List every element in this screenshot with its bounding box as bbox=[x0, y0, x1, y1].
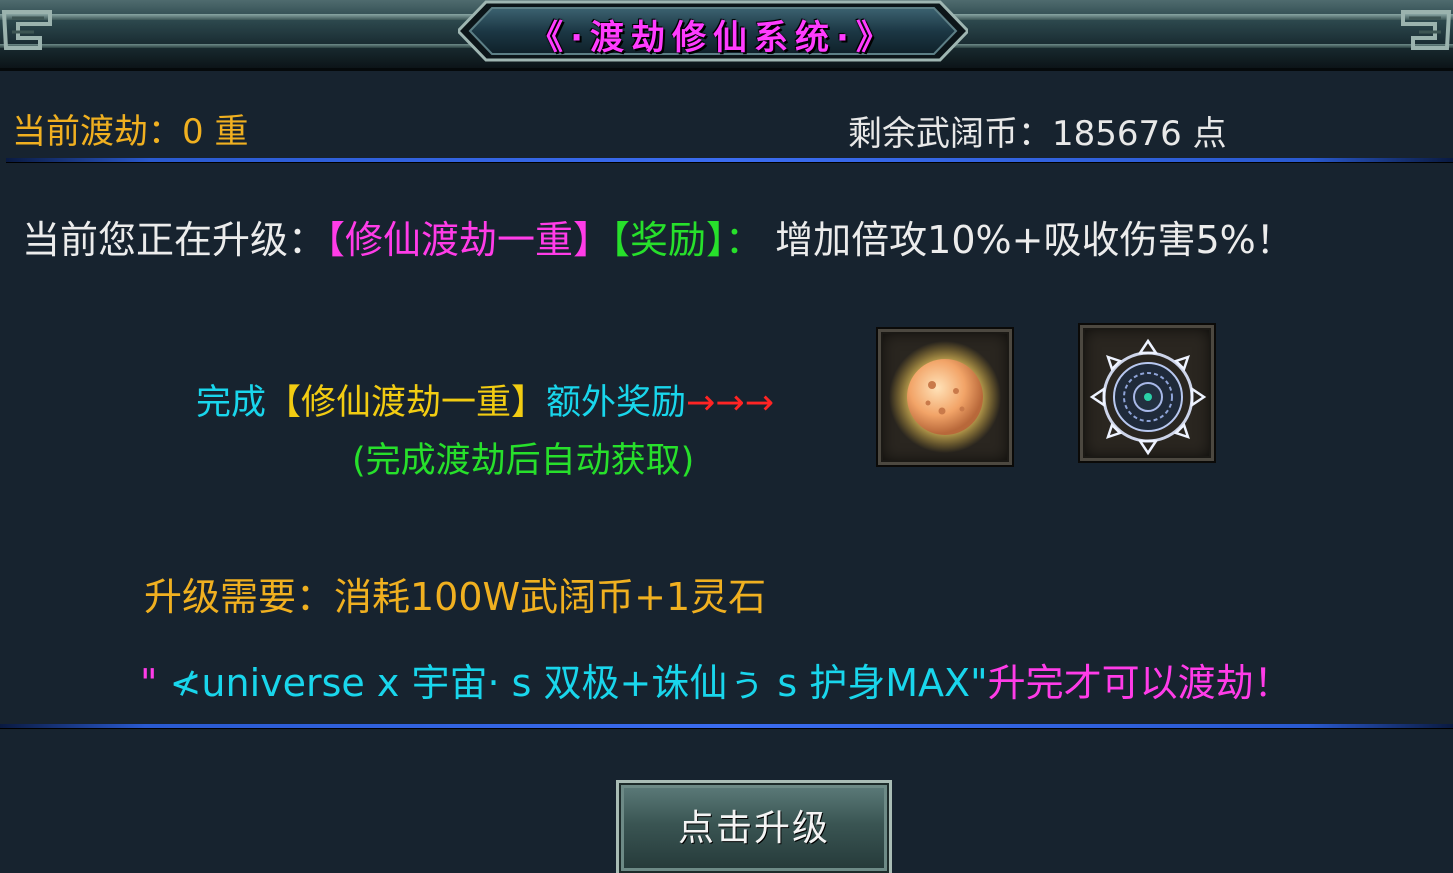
condition-suffix: 升完才可以渡劫！ bbox=[987, 661, 1292, 705]
upgrade-description: 当前您正在升级：【修仙渡劫一重】【奖励】： 增加倍攻10%+吸收伤害5%！ bbox=[22, 214, 1294, 266]
frost-sigil-icon bbox=[1089, 338, 1207, 456]
condition-quote-open: " bbox=[140, 661, 158, 705]
extra-reward-prefix: 完成 bbox=[196, 383, 267, 423]
extra-reward-line: 完成【修仙渡劫一重】额外奖励→→→ bbox=[196, 378, 836, 428]
current-level-label: 当前渡劫： bbox=[12, 112, 182, 152]
page-title: 《·渡劫修仙系统·》 bbox=[529, 18, 897, 58]
golden-orb-icon bbox=[889, 341, 1001, 453]
coin-balance-unit: 点 bbox=[1192, 114, 1227, 154]
coin-balance-value: 185676 bbox=[1052, 114, 1182, 154]
upgrade-button-label: 点击升级 bbox=[677, 808, 830, 849]
reward-tag: 【奖励】 bbox=[611, 218, 726, 262]
reward-slot-golden-orb[interactable] bbox=[876, 327, 1014, 467]
extra-reward-suffix: 额外奖励 bbox=[546, 383, 687, 423]
current-level-unit: 重 bbox=[214, 112, 249, 152]
coin-balance: 剩余武阔币：185676 点 bbox=[848, 106, 1227, 155]
upgrade-prefix: 当前您正在升级： bbox=[22, 218, 327, 262]
reward-colon: ： bbox=[725, 218, 764, 262]
coin-balance-label: 剩余武阔币： bbox=[848, 114, 1052, 154]
corner-ornament-icon bbox=[1, 10, 52, 50]
condition-quote-close: " bbox=[970, 661, 988, 705]
upgrade-condition: " ≮universe x 宇宙· s 双极+诛仙ぅ s 护身MAX"升完才可以… bbox=[140, 652, 1292, 707]
title-bar: 《·渡劫修仙系统·》 bbox=[0, 0, 1453, 71]
arrow-icon: →→→ bbox=[686, 383, 775, 423]
corner-ornament-icon bbox=[1401, 10, 1452, 50]
extra-reward-note: (完成渡劫后自动获取) bbox=[352, 441, 695, 481]
current-level-value: 0 bbox=[182, 112, 204, 152]
reward-text: 增加倍攻10%+吸收伤害5%！ bbox=[775, 218, 1294, 262]
upgrade-button[interactable]: 点击升级 bbox=[616, 780, 892, 873]
upgrade-stage: 【修仙渡劫一重】 bbox=[326, 218, 612, 262]
upgrade-requirement: 升级需要：消耗100W武阔币+1灵石 bbox=[144, 575, 767, 619]
reward-slot-frost-sigil[interactable] bbox=[1078, 323, 1216, 463]
status-row: 当前渡劫：0 重 剩余武阔币：185676 点 bbox=[0, 98, 1453, 154]
extra-reward-stage: 【修仙渡劫一重】 bbox=[266, 383, 547, 423]
condition-item-name: ≮universe x 宇宙· s 双极+诛仙ぅ s 护身MAX bbox=[157, 661, 971, 705]
divider-bottom bbox=[0, 724, 1453, 728]
current-level: 当前渡劫：0 重 bbox=[12, 104, 248, 153]
title-plaque: 《·渡劫修仙系统·》 bbox=[458, 0, 968, 62]
divider-top bbox=[6, 158, 1453, 162]
